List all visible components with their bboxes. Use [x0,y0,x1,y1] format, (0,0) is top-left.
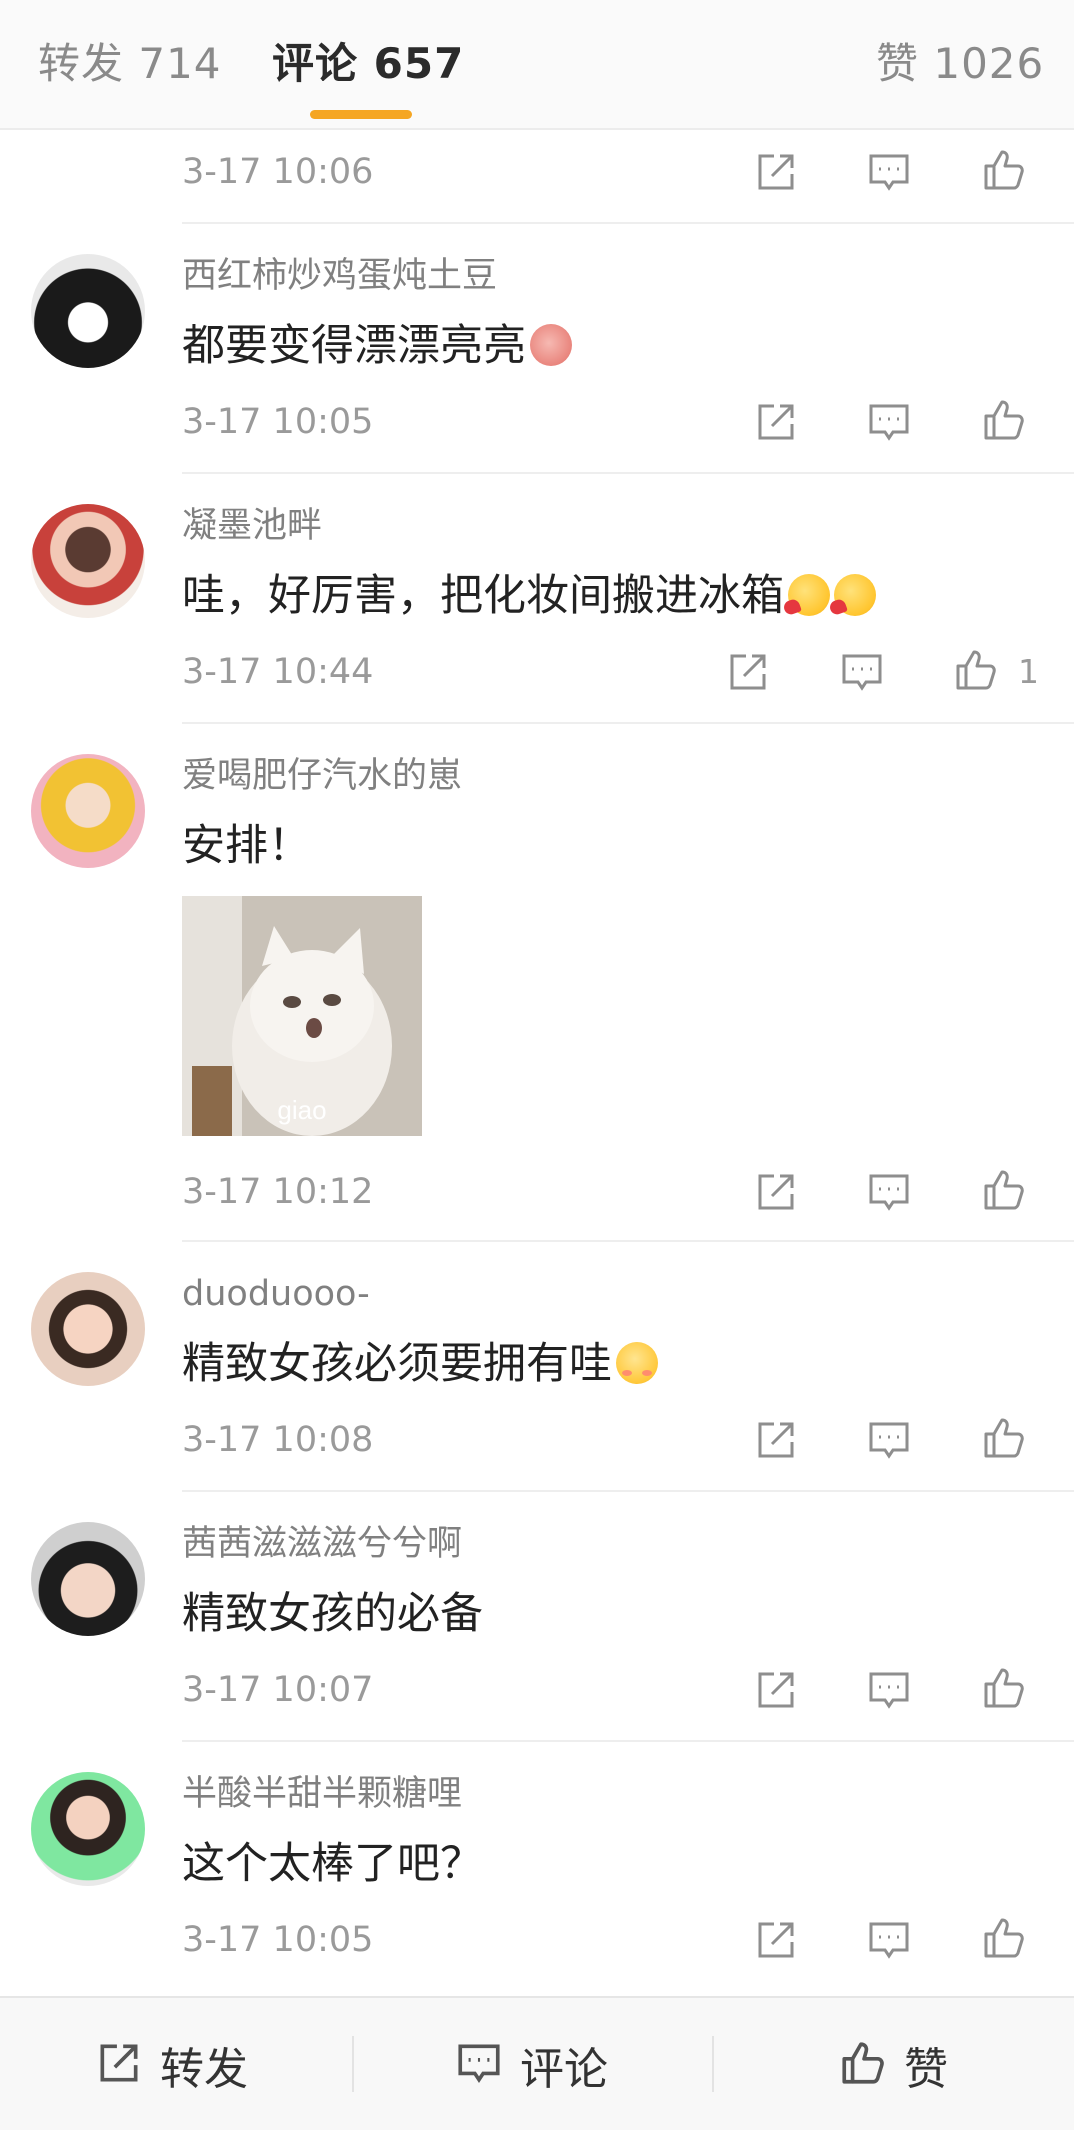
comment-text: 哇，好厉害，把化妆间搬进冰箱 [182,568,876,624]
share-icon[interactable] [752,1416,800,1464]
divider [712,2036,714,2092]
like-count: 1 [1018,652,1039,691]
comment-text: 精致女孩的必备 [182,1589,483,1639]
kiss-emoji-icon [834,574,876,616]
comment-username[interactable]: 西红柿炒鸡蛋炖土豆 [182,254,497,298]
kiss-emoji-icon [788,574,830,616]
divider [182,222,1074,224]
comment-time: 3-17 10:44 [182,652,374,692]
repost-button[interactable]: 转发 [94,1998,248,2130]
share-icon[interactable] [752,1916,800,1964]
divider [182,722,1074,724]
comment-time: 3-17 10:06 [182,152,374,192]
comment-text-body: 精致女孩必须要拥有哇 [182,1339,612,1389]
like-icon [838,2038,888,2092]
comment-icon[interactable] [865,1416,913,1464]
like-icon[interactable] [980,1664,1028,1712]
tab-repost[interactable]: 转发 714 [38,34,222,94]
comment-icon[interactable] [865,1168,913,1216]
share-icon[interactable] [724,648,772,696]
like-icon[interactable] [980,1166,1028,1214]
comment-time: 3-17 10:08 [182,1420,374,1460]
repost-label: 转发 [160,2044,248,2095]
share-icon[interactable] [752,398,800,446]
divider [182,472,1074,474]
share-icon [94,2038,144,2092]
tab-bar: 转发 714 评论 657 赞 1026 [0,0,1074,130]
like-icon[interactable] [980,396,1028,444]
comment-icon[interactable] [865,1666,913,1714]
comment-username[interactable]: 凝墨池畔 [182,504,322,548]
comment-image[interactable]: giao [182,896,422,1136]
bottom-action-bar: 转发 评论 赞 [0,1996,1074,2130]
comment-time: 3-17 10:07 [182,1670,374,1710]
divider [182,1490,1074,1492]
like-button[interactable]: 赞 [838,1998,948,2130]
comment-icon[interactable] [865,398,913,446]
avatar[interactable] [31,254,145,368]
divider [352,2036,354,2092]
comment-text: 精致女孩必须要拥有哇 [182,1336,658,1392]
comment-text: 这个太棒了吧？ [182,1839,483,1889]
comment-icon[interactable] [865,148,913,196]
comment-icon [454,2038,504,2092]
comment-time: 3-17 10:05 [182,402,374,442]
comment-page: 转发 714 评论 657 赞 1026 3-17 10:06 西红柿炒鸡蛋炖土… [0,0,1074,2130]
shy-emoji-icon [616,1342,658,1384]
comment-text-body: 都要变得漂漂亮亮 [182,321,526,371]
comment-username[interactable]: 茜茜滋滋滋兮兮啊 [182,1522,462,1566]
comment-text-body: 哇，好厉害，把化妆间搬进冰箱 [182,571,784,621]
comment-icon[interactable] [865,1916,913,1964]
share-icon[interactable] [752,1666,800,1714]
avatar[interactable] [31,1522,145,1636]
share-icon[interactable] [752,148,800,196]
comment-icon[interactable] [838,648,886,696]
comment-text: 都要变得漂漂亮亮 [182,318,572,374]
tab-comment[interactable]: 评论 657 [272,34,464,94]
like-icon[interactable] [952,646,1000,694]
tab-like[interactable]: 赞 1026 [876,34,1044,94]
like-icon[interactable] [980,1914,1028,1962]
avatar[interactable] [31,1772,145,1886]
share-icon[interactable] [752,1168,800,1216]
active-tab-indicator [310,110,412,119]
comment-button[interactable]: 评论 [454,1998,608,2130]
comment-label: 评论 [520,2044,608,2095]
comment-text: 安排！ [182,821,311,871]
divider [182,1240,1074,1242]
comment-username[interactable]: 爱喝肥仔汽水的崽 [182,754,462,798]
avatar[interactable] [31,1272,145,1386]
comment-time: 3-17 10:12 [182,1172,374,1212]
avatar[interactable] [31,504,145,618]
like-icon[interactable] [980,1414,1028,1462]
divider [182,1740,1074,1742]
avatar[interactable] [31,754,145,868]
like-icon[interactable] [980,146,1028,194]
image-caption: giao [277,1095,327,1125]
comment-time: 3-17 10:05 [182,1920,374,1960]
comment-username[interactable]: 半酸半甜半颗糖哩 [182,1772,462,1816]
comment-username[interactable]: duoduooo- [182,1272,370,1316]
like-label: 赞 [904,2044,948,2095]
pig-emoji-icon [530,324,572,366]
